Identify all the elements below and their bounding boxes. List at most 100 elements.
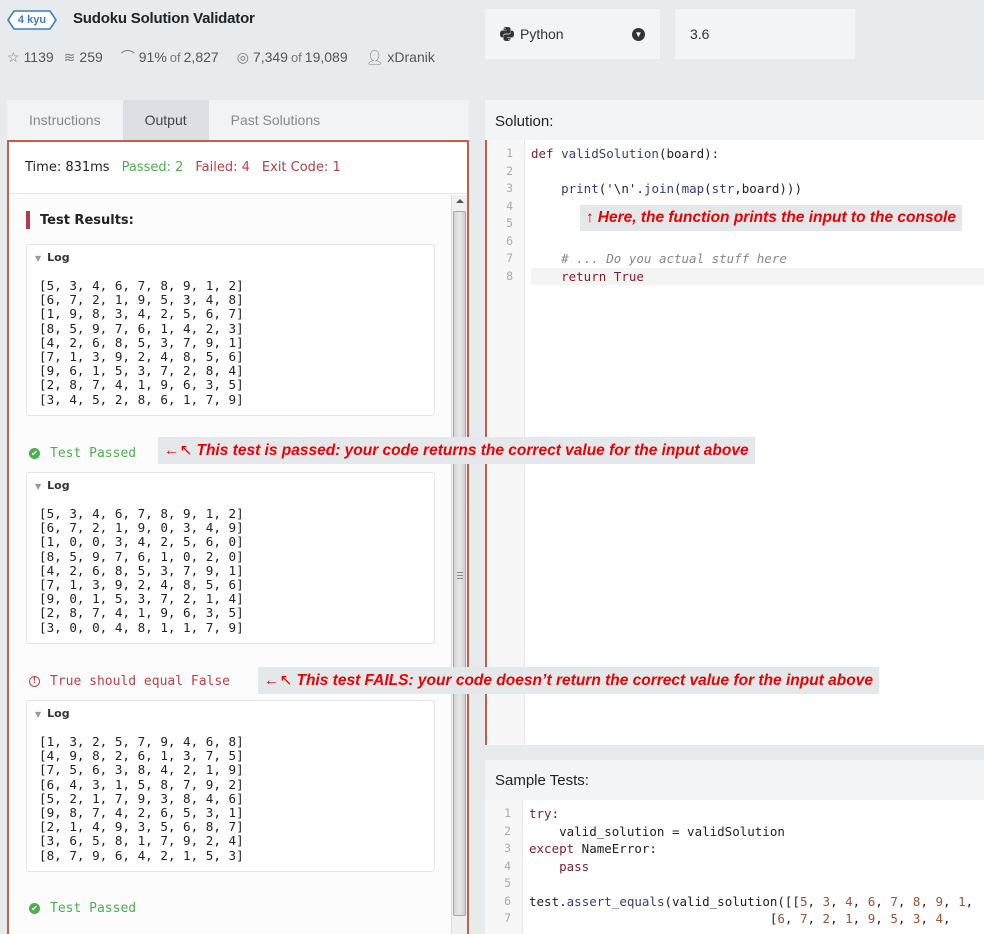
kata-title[interactable]: Sudoku Solution Validator <box>73 10 255 27</box>
version-select[interactable]: 3.6 <box>675 9 855 59</box>
test-results: Test Results: ▼ Log [5, 3, 4, 6, 7, 8, 9,… <box>9 195 453 934</box>
line-number: 2 <box>506 163 513 178</box>
line-number: 6 <box>506 233 513 248</box>
log-toggle[interactable]: ▼ Log <box>27 473 434 499</box>
log-output: [5, 3, 4, 6, 7, 8, 9, 1, 2] [6, 7, 2, 1,… <box>39 506 244 635</box>
rank-label: 4 kyu <box>17 14 47 26</box>
line-number: 3 <box>504 841 511 855</box>
outcome-text: Test Passed <box>50 446 137 461</box>
check-circle-icon: ✔ <box>29 448 40 459</box>
log-label: Log <box>47 707 70 720</box>
line-number: 1 <box>506 146 513 160</box>
arrow-left-icon: ←↖ <box>164 442 193 459</box>
layers-icon: ≋ <box>63 48 76 65</box>
target-icon: ◎ <box>236 48 249 65</box>
log-block: ▼ Log [5, 3, 4, 6, 7, 8, 9, 1, 2] [6, 7, … <box>26 472 435 644</box>
line-number: 8 <box>506 268 513 283</box>
satisfaction-stat: ⌒ 91% of 2,827 <box>121 47 219 67</box>
solution-heading: Solution: <box>485 100 984 140</box>
log-block: ▼ Log [1, 3, 2, 5, 7, 9, 4, 6, 8] [4, 9, … <box>26 700 435 872</box>
code-line: valid_solution = validSolution <box>529 823 785 839</box>
line-number: 4 <box>504 858 511 873</box>
annotation-text: Here, the function prints the input to t… <box>597 209 956 226</box>
code-line: try: <box>529 806 560 821</box>
collections-stat[interactable]: ≋ 259 <box>64 49 103 66</box>
kata-stats: ☆ 1139 ≋ 259 ⌒ 91% of 2,827 ◎ 7,349 of 1… <box>7 47 453 67</box>
user-icon: 👤︎ <box>365 48 384 65</box>
stars-stat[interactable]: ☆ 1139 <box>7 49 54 66</box>
sample-tests-heading: Sample Tests: <box>485 760 984 800</box>
star-icon: ☆ <box>7 48 20 65</box>
grip-icon <box>457 572 463 579</box>
completed-count: 7,349 <box>252 49 288 65</box>
triangle-down-icon: ▼ <box>35 254 42 263</box>
annotation-text: This test is passed: your code returns t… <box>196 442 749 459</box>
line-number: 4 <box>506 198 513 213</box>
triangle-down-icon: ▼ <box>35 710 42 719</box>
gauge-icon: ⌒ <box>120 49 135 65</box>
annotation-fail: ←↖ This test FAILS: your code doesn’t ret… <box>258 667 879 694</box>
sample-tests-code[interactable]: try: valid_solution = validSolution exce… <box>529 805 984 928</box>
satisfaction-total: 2,827 <box>183 49 219 65</box>
exit-code: Exit Code: 1 <box>261 160 341 175</box>
sample-tests-editor[interactable]: 1 2 3 4 5 6 7 try: valid_solution = vali… <box>485 800 984 934</box>
satisfaction-pct: 91% <box>138 49 167 65</box>
python-icon <box>500 27 514 41</box>
line-number: 5 <box>504 876 511 890</box>
rank-badge: 4 kyu <box>7 10 57 30</box>
scroll-thumb[interactable] <box>453 211 466 916</box>
log-output: [1, 3, 2, 5, 7, 9, 4, 6, 8] [4, 9, 8, 2,… <box>39 734 244 863</box>
log-block: ▼ Log [5, 3, 4, 6, 7, 8, 9, 1, 2] [6, 7, … <box>26 244 435 416</box>
failed-count: Failed: 4 <box>195 160 250 175</box>
triangle-down-icon: ▼ <box>35 482 42 491</box>
line-number: 2 <box>504 823 511 838</box>
test-outcome: ✔ Test Passed <box>29 901 136 916</box>
arrow-up-icon: ↑ <box>586 209 594 226</box>
line-number: 5 <box>506 216 513 230</box>
log-toggle[interactable]: ▼ Log <box>27 245 434 271</box>
results-scrollbar[interactable] <box>451 195 467 934</box>
output-panel: Time: 831ms Passed: 2 Failed: 4 Exit Cod… <box>7 140 469 934</box>
line-gutter: 1 2 3 4 5 6 7 <box>485 800 523 934</box>
tab-output[interactable]: Output <box>122 100 209 140</box>
check-circle-icon: ✔ <box>29 903 40 914</box>
language-select[interactable]: Python ▼ <box>485 9 660 59</box>
test-outcome: ✔ Test Passed <box>29 446 136 461</box>
code-line: print('\n'.join(map(str,board))) <box>561 181 802 196</box>
outcome-text: Test Passed <box>50 901 137 916</box>
code-line: test.assert_equals(valid_solution([[5, 3… <box>529 893 974 909</box>
code-line: return True <box>531 267 984 285</box>
log-label: Log <box>47 479 70 492</box>
version-label: 3.6 <box>690 26 710 42</box>
author-stat[interactable]: 👤︎ xDranik <box>366 49 435 66</box>
language-label: Python <box>520 26 564 42</box>
run-summary: Time: 831ms Passed: 2 Failed: 4 Exit Cod… <box>9 142 467 194</box>
tab-past-solutions[interactable]: Past Solutions <box>209 100 343 140</box>
line-number: 6 <box>504 893 511 908</box>
log-toggle[interactable]: ▼ Log <box>27 701 434 727</box>
code-line: def validSolution(board): <box>531 146 720 161</box>
annotation-text: This test FAILS: your code doesn’t retur… <box>296 672 873 689</box>
annotation-pass: ←↖ This test is passed: your code returns… <box>158 437 755 464</box>
of-label: of <box>290 49 302 65</box>
code-line: # ... Do you actual stuff here <box>561 251 787 266</box>
code-line: pass <box>559 858 590 874</box>
tab-instructions[interactable]: Instructions <box>7 100 123 140</box>
line-number: 1 <box>504 806 511 820</box>
of-label: of <box>169 49 181 65</box>
test-outcome: ! True should equal False <box>29 674 230 689</box>
author-name: xDranik <box>387 49 435 65</box>
panel-tabs: Instructions Output Past Solutions <box>7 100 469 140</box>
line-number: 7 <box>506 251 513 265</box>
heading-text: Test Results: <box>40 212 134 228</box>
stars-count: 1139 <box>23 49 54 65</box>
log-output: [5, 3, 4, 6, 7, 8, 9, 1, 2] [6, 7, 2, 1,… <box>39 278 244 407</box>
line-number: 3 <box>506 181 513 195</box>
collections-count: 259 <box>79 49 103 65</box>
scroll-up-arrow-icon[interactable] <box>456 199 464 203</box>
annotation-print: ↑ Here, the function prints the input to … <box>580 205 962 231</box>
outcome-text: True should equal False <box>50 674 231 689</box>
passed-count: Passed: 2 <box>121 160 184 175</box>
